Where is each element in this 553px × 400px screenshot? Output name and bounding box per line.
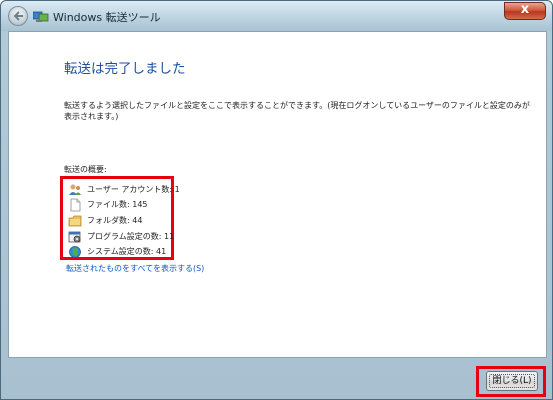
summary-item-label: ユーザー アカウント数: 1: [87, 185, 180, 194]
summary-item-label: システム設定の数: 41: [87, 247, 167, 256]
back-button[interactable]: [8, 6, 28, 26]
summary-item-label: ファイル数: 145: [87, 200, 148, 209]
file-icon: [70, 198, 81, 212]
show-all-transferred-link[interactable]: 転送されたものをすべてを表示する(S): [66, 263, 204, 274]
globe-icon: [69, 246, 81, 258]
content-panel: 転送は完了しました 転送するよう選択したファイルと設定をここで表示することができ…: [8, 31, 547, 358]
summary-item-files: ファイル数: 145: [68, 198, 178, 212]
close-button[interactable]: 閉じる(L): [486, 371, 538, 391]
summary-item-user-accounts: ユーザー アカウント数: 1: [68, 183, 180, 197]
summary-item-label: フォルダ数: 44: [87, 216, 143, 225]
folder-icon: [68, 215, 82, 227]
summary-item-label: プログラム設定の数: 11: [87, 232, 175, 241]
users-icon: [69, 184, 81, 195]
summary-item-program-settings: プログラム設定の数: 11: [68, 230, 178, 244]
close-icon: x: [520, 2, 530, 17]
window-close-button[interactable]: x: [504, 2, 546, 20]
back-arrow-icon: [13, 11, 23, 21]
transfer-window: Windows 転送ツール x 転送は完了しました 転送するよう選択したファイル…: [0, 0, 553, 400]
program-settings-icon: [68, 231, 81, 243]
window-title: Windows 転送ツール: [53, 11, 161, 24]
summary-item-system-settings: システム設定の数: 41: [68, 245, 178, 259]
description-text: 転送するよう選択したファイルと設定をここで表示することができます。(現在ログオン…: [64, 101, 530, 121]
summary-list: ユーザー アカウント数: 1 ファイル数: 145 フォルダ数: 44 プログラ…: [60, 176, 180, 260]
windows-transfer-icon: [33, 11, 49, 22]
title-bar: Windows 転送ツール x: [1, 1, 552, 31]
summary-label: 転送の概要:: [64, 165, 107, 174]
summary-item-folders: フォルダ数: 44: [68, 214, 178, 228]
page-title: 転送は完了しました: [64, 61, 186, 77]
